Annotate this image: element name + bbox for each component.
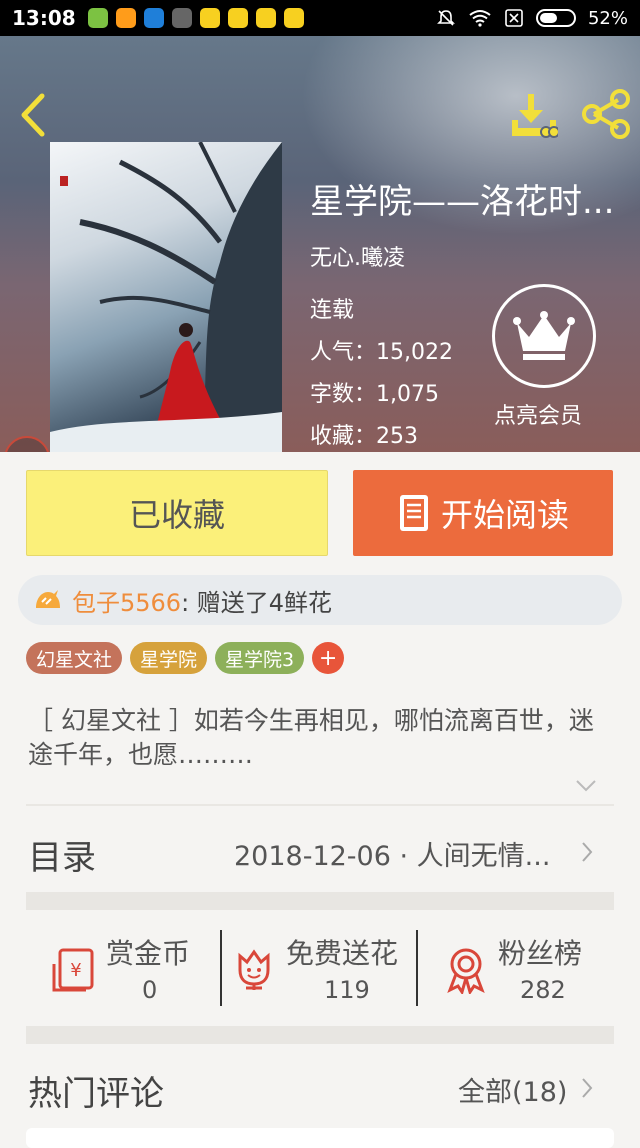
crown-icon [513, 311, 575, 360]
status-right: 52% [436, 8, 628, 29]
free-flower-value: 119 [324, 976, 370, 1004]
no-sim-icon [505, 9, 523, 27]
book-author[interactable]: 无心.曦凌 [310, 240, 405, 272]
battery-icon [535, 9, 576, 27]
book-cover[interactable] [50, 142, 282, 452]
vip-button[interactable] [492, 284, 596, 388]
app-icon-6 [227, 8, 248, 28]
app-icon-1 [87, 8, 108, 28]
start-reading-label: 开始阅读 [440, 496, 569, 534]
catalog-latest-chapter[interactable]: 2018-12-06 · 人间无情... [234, 834, 564, 873]
reward-coins-label: 赏金币 [106, 937, 191, 970]
gift-message: : 赠送了4鲜花 [181, 588, 333, 617]
flower-icon [238, 949, 270, 990]
add-tag-button[interactable]: + [312, 642, 345, 674]
app-icon-5 [199, 8, 220, 28]
favorited-button[interactable]: 已收藏 [26, 470, 328, 556]
free-flower-button[interactable]: 免费送花 119 [224, 930, 416, 1010]
fan-ranking-button[interactable]: 粉丝榜 282 [420, 930, 614, 1010]
book-header: 星学院——洛花时... 无心.曦凌 连载 人气：15,022 字数：1,075 … [0, 36, 640, 452]
reward-coins-button[interactable]: ¥ 赏金币 0 [26, 930, 218, 1010]
app-icon-2 [115, 8, 136, 28]
book-status: 连载 [310, 298, 355, 323]
book-title: 星学院——洛花时... [310, 182, 615, 222]
reward-coins-value: 0 [142, 976, 158, 1004]
hot-comments-title: 热门评论 [28, 1074, 164, 1114]
vip-label[interactable]: 点亮会员 [494, 398, 582, 430]
notification-icons [87, 8, 304, 28]
status-time: 13:08 [12, 6, 76, 30]
status-bar: 13:08 52% [0, 0, 640, 36]
stat-divider [220, 930, 222, 1006]
tag-chip[interactable]: 幻星文社 [26, 642, 123, 674]
catalog-label[interactable]: 目录 [28, 830, 96, 879]
bun-icon [36, 590, 60, 608]
gift-banner[interactable]: 包子5566 : 赠送了4鲜花 [18, 575, 622, 625]
app-icon-4 [171, 8, 192, 28]
tag-chip[interactable]: 星学院3 [215, 642, 305, 674]
book-favorites: 收藏：253 [310, 424, 418, 449]
medal-icon [447, 948, 485, 994]
back-icon[interactable] [14, 90, 54, 140]
comment-card[interactable] [26, 1128, 614, 1148]
app-icon-8 [283, 8, 304, 28]
reading-progress-badge: 81% [4, 436, 50, 452]
chevron-right-icon[interactable] [580, 1076, 594, 1100]
stat-divider [416, 930, 418, 1006]
tag-list: 幻星文社 星学院 星学院3 + [26, 642, 345, 674]
section-separator [26, 1026, 614, 1044]
app-icon-3 [143, 8, 164, 28]
chevron-down-icon[interactable] [574, 778, 598, 794]
favorited-label: 已收藏 [128, 496, 225, 534]
wifi-icon [469, 10, 491, 27]
fan-ranking-label: 粉丝榜 [498, 937, 583, 970]
all-comments-link[interactable]: 全部(18) [458, 1070, 567, 1109]
coin-envelope-icon: ¥ [52, 948, 94, 992]
book-word-count: 字数：1,075 [310, 382, 439, 407]
free-flower-label: 免费送花 [286, 937, 399, 970]
book-description[interactable]: ［ 幻星文社 ］如若今生再相见，哪怕流离百世，迷途千年，也愿……… [28, 704, 608, 772]
svg-text:¥: ¥ [70, 960, 81, 981]
divider [26, 804, 614, 806]
download-icon[interactable] [510, 90, 558, 142]
book-popularity: 人气：15,022 [310, 340, 453, 365]
chevron-right-icon[interactable] [580, 840, 594, 864]
book-icon [399, 495, 428, 531]
fan-ranking-value: 282 [520, 976, 566, 1004]
gift-user[interactable]: 包子5566 [72, 583, 181, 618]
section-separator [26, 892, 614, 910]
mute-icon [437, 10, 455, 26]
start-reading-button[interactable]: 开始阅读 [353, 470, 613, 556]
battery-percent: 52% [587, 7, 628, 29]
share-icon[interactable] [580, 88, 632, 140]
tag-chip[interactable]: 星学院 [130, 642, 208, 674]
app-icon-7 [255, 8, 276, 28]
cover-illustration [50, 142, 282, 452]
